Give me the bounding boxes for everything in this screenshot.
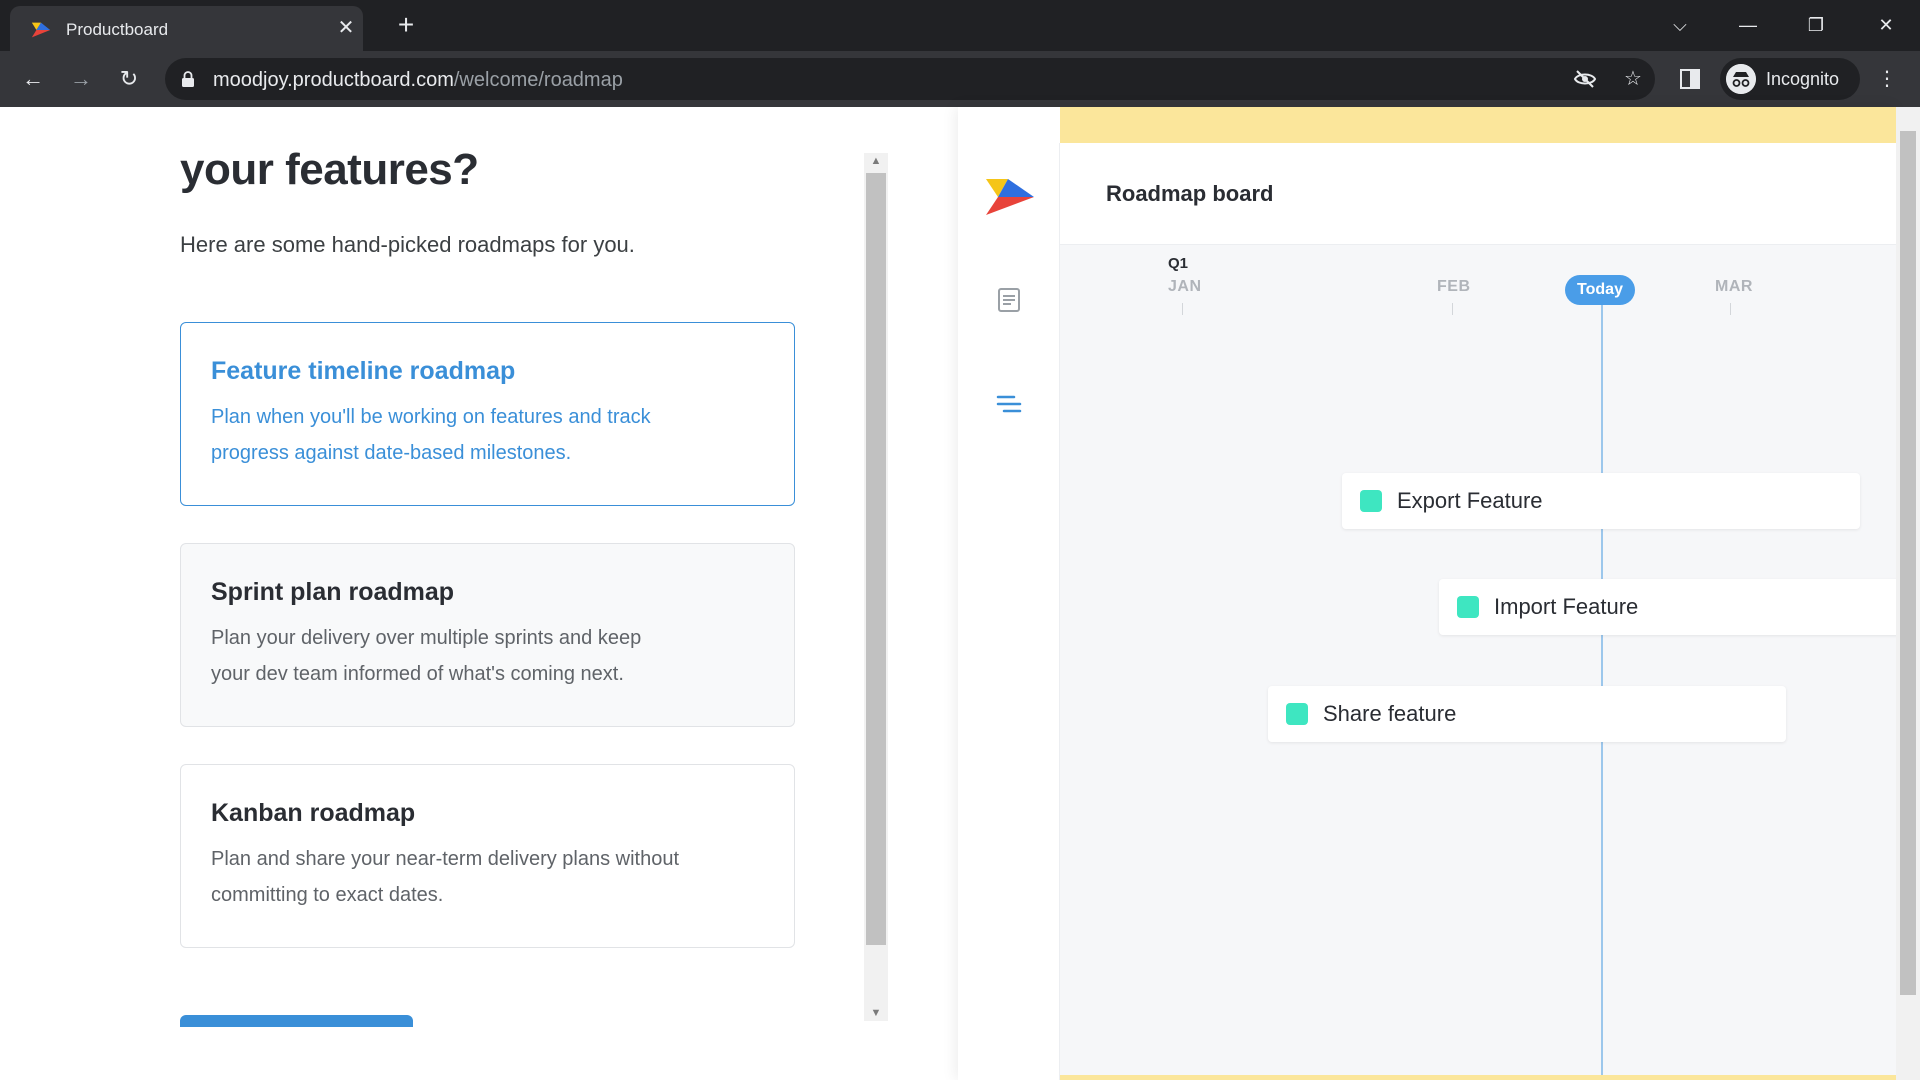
productboard-logo-icon	[986, 179, 1034, 215]
incognito-profile-button[interactable]: Incognito	[1720, 58, 1860, 100]
picker-scrollbar[interactable]: ▲ ▼	[864, 153, 888, 1021]
lock-icon	[182, 71, 194, 87]
tab-title: Productboard	[66, 20, 169, 39]
month-label-feb: FEB	[1437, 278, 1471, 295]
tab-search-icon[interactable]: ⌵	[1665, 10, 1695, 40]
preview-footer-banner	[1060, 1075, 1896, 1080]
scroll-up-icon[interactable]: ▲	[864, 153, 888, 169]
status-badge	[1286, 703, 1308, 725]
sidepanel-icon[interactable]	[1678, 67, 1702, 91]
card-description: Plan your delivery over multiple sprints…	[211, 627, 642, 685]
reload-icon[interactable]: ↻	[114, 64, 144, 94]
incognito-icon	[1726, 64, 1756, 94]
close-window-icon[interactable]: ✕	[1871, 10, 1901, 40]
page-subheading: Here are some hand-picked roadmaps for y…	[180, 232, 635, 257]
eye-off-icon[interactable]	[1573, 67, 1597, 91]
browser-tab[interactable]: Productboard ✕	[10, 6, 363, 51]
board-title: Roadmap board	[1106, 181, 1274, 206]
feature-bar-import[interactable]: Import Feature	[1439, 579, 1896, 635]
month-tick	[1182, 303, 1183, 315]
roadmap-icon[interactable]	[996, 391, 1022, 417]
url-domain: moodjoy.productboard.com	[213, 69, 454, 91]
browser-tabstrip: Productboard ✕ + ⌵ — ❐ ✕	[0, 0, 1920, 51]
roadmap-preview: Roadmap board Q1 JAN FEB MAR Today Expor…	[958, 107, 1896, 1080]
today-marker: Today	[1565, 275, 1635, 305]
preview-banner	[1060, 107, 1896, 143]
forward-icon[interactable]: →	[66, 64, 96, 94]
feature-bar-share[interactable]: Share feature	[1268, 686, 1786, 742]
card-description: Plan and share your near-term delivery p…	[211, 848, 680, 906]
card-title: Kanban roadmap	[211, 799, 416, 827]
url-path: /welcome/roadmap	[453, 69, 623, 91]
restore-icon[interactable]: ❐	[1801, 10, 1831, 40]
feature-label: Share feature	[1323, 701, 1457, 726]
url-text: moodjoy.productboard.com/welcome/roadmap	[213, 69, 623, 92]
feature-label: Export Feature	[1397, 488, 1543, 513]
today-line	[1601, 293, 1603, 1075]
minimize-icon[interactable]: —	[1733, 10, 1763, 40]
continue-button[interactable]	[180, 1015, 413, 1027]
roadmap-card-feature-timeline[interactable]: Feature timeline roadmap Plan when you'l…	[180, 322, 795, 506]
month-label-jan: JAN	[1168, 278, 1202, 295]
preview-sidebar	[958, 143, 1060, 1080]
card-title: Feature timeline roadmap	[211, 357, 516, 385]
roadmap-card-sprint-plan[interactable]: Sprint plan roadmap Plan your delivery o…	[180, 543, 795, 727]
timeline-board: Q1 JAN FEB MAR Today Export Feature Impo…	[1060, 245, 1896, 1075]
back-icon[interactable]: ←	[18, 64, 48, 94]
card-title: Sprint plan roadmap	[211, 578, 455, 606]
roadmap-picker: your features? Here are some hand-picked…	[0, 107, 900, 1080]
page-scrollbar-thumb[interactable]	[1900, 131, 1916, 995]
quarter-label: Q1	[1168, 255, 1189, 272]
status-badge	[1457, 596, 1479, 618]
month-label-mar: MAR	[1715, 278, 1753, 295]
roadmap-card-kanban[interactable]: Kanban roadmap Plan and share your near-…	[180, 764, 795, 948]
month-tick	[1452, 303, 1453, 315]
page-content: your features? Here are some hand-picked…	[0, 107, 1920, 1080]
page-heading: your features?	[180, 145, 479, 194]
kebab-menu-icon[interactable]: ⋮	[1872, 64, 1902, 94]
scroll-down-icon[interactable]: ▼	[864, 1005, 888, 1021]
address-bar[interactable]: moodjoy.productboard.com/welcome/roadmap…	[165, 58, 1655, 100]
board-header: Roadmap board	[1060, 143, 1896, 245]
card-description: Plan when you'll be working on features …	[211, 406, 651, 464]
status-badge	[1360, 490, 1382, 512]
profile-label: Incognito	[1766, 69, 1840, 89]
month-tick	[1730, 303, 1731, 315]
scrollbar-thumb[interactable]	[866, 173, 886, 945]
browser-toolbar: ← → ↻ moodjoy.productboard.com/welcome/r…	[0, 51, 1920, 107]
star-icon[interactable]: ☆	[1621, 67, 1645, 91]
new-tab-button[interactable]: +	[392, 11, 420, 40]
feature-bar-export[interactable]: Export Feature	[1342, 473, 1860, 529]
productboard-logo-icon	[31, 22, 51, 38]
page-scrollbar[interactable]	[1896, 107, 1920, 1080]
notes-icon[interactable]	[996, 287, 1022, 313]
feature-label: Import Feature	[1494, 594, 1639, 619]
close-tab-icon[interactable]: ✕	[335, 17, 357, 39]
